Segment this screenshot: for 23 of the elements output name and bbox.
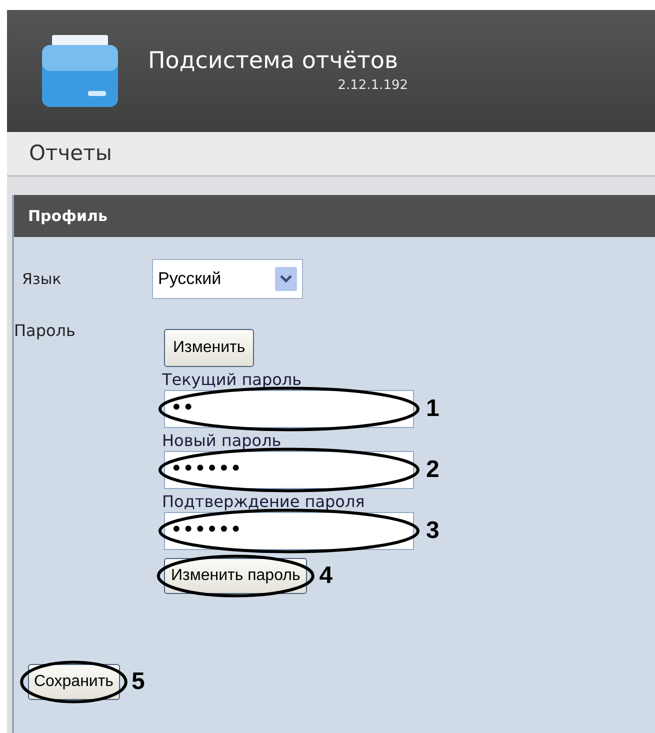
callout-number: 3	[426, 519, 440, 543]
password-label: Пароль	[14, 320, 76, 342]
panel-title: Профиль	[28, 206, 108, 227]
password-field[interactable]: ••••••	[164, 512, 414, 550]
language-label: Язык	[22, 268, 62, 290]
version-text: 2.12.1.192	[338, 76, 408, 95]
callout-number: 5	[132, 670, 145, 694]
language-select[interactable]: Русский	[152, 259, 303, 299]
callout-number: 2	[426, 458, 440, 482]
change-password-button[interactable]: Изменить пароль	[164, 558, 308, 594]
field-label: Новый пароль	[162, 431, 282, 451]
app-title: Подсистема отчётов	[148, 46, 398, 76]
password-field[interactable]: ••	[164, 390, 414, 428]
folder-icon	[40, 33, 120, 109]
change-button[interactable]: Изменить	[164, 329, 254, 367]
field-label: Текущий пароль	[162, 370, 303, 390]
callout-number: 1	[426, 397, 440, 421]
password-field[interactable]: ••••••	[164, 451, 414, 489]
nav-link[interactable]: Отчеты	[29, 138, 112, 170]
field-label: Подтверждение пароля	[162, 492, 366, 512]
callout-number: 4	[319, 564, 333, 588]
dropdown-caret-icon	[275, 267, 297, 291]
save-button[interactable]: Сохранить	[28, 664, 120, 700]
